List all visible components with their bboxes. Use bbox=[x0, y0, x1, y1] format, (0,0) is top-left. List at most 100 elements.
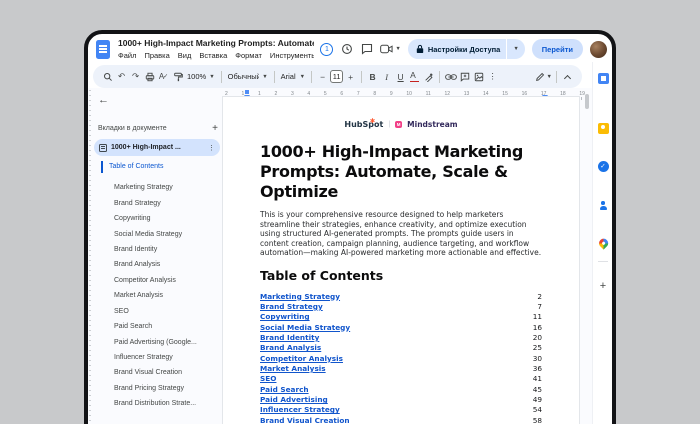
google-side-panel: ✓ + bbox=[592, 62, 612, 424]
toc-link[interactable]: Marketing Strategy bbox=[260, 292, 340, 301]
tab-options-icon[interactable]: ⋮ bbox=[208, 144, 215, 152]
menu-bar: ФайлПравкаВидВставкаФорматИнструментыРас… bbox=[118, 51, 314, 60]
paragraph-style-select[interactable]: Обычный ... ▼ bbox=[226, 68, 270, 85]
google-docs-icon[interactable] bbox=[96, 40, 110, 59]
share-button[interactable]: Настройки Доступа ▼ bbox=[408, 39, 525, 59]
font-size-input[interactable]: 11 bbox=[330, 70, 343, 83]
outline-item[interactable]: Brand Identity bbox=[107, 242, 220, 257]
add-comment-icon[interactable] bbox=[458, 68, 471, 85]
toc-link[interactable]: Social Media Strategy bbox=[260, 323, 350, 332]
print-icon[interactable] bbox=[143, 68, 156, 85]
toc-row: Paid Advertising 49 bbox=[260, 394, 542, 404]
increase-font-size-button[interactable]: + bbox=[344, 68, 357, 85]
outline-item[interactable]: Brand Distribution Strate... bbox=[107, 396, 220, 411]
toolbar-divider bbox=[311, 71, 312, 83]
text-color-label: A bbox=[410, 71, 419, 82]
menu-item[interactable]: Вставка bbox=[199, 51, 227, 60]
outline-item[interactable]: Influencer Strategy bbox=[107, 350, 220, 365]
outline-item[interactable]: Marketing Strategy bbox=[107, 180, 220, 195]
paint-format-icon[interactable] bbox=[171, 68, 184, 85]
active-document-tab[interactable]: 1000+ High-Impact ... ⋮ bbox=[94, 139, 220, 156]
bold-button[interactable]: B bbox=[366, 68, 379, 85]
insert-link-icon[interactable] bbox=[444, 68, 457, 85]
chevron-down-icon: ▼ bbox=[300, 74, 305, 80]
toc-link[interactable]: Competitor Analysis bbox=[260, 354, 343, 363]
outline-item[interactable]: Social Media Strategy bbox=[107, 226, 220, 241]
get-addons-plus-icon[interactable]: + bbox=[597, 280, 609, 292]
outline-item[interactable]: Brand Analysis bbox=[107, 257, 220, 272]
insert-image-icon[interactable] bbox=[472, 68, 485, 85]
toc-page-number: 54 bbox=[533, 405, 542, 414]
google-calendar-icon[interactable] bbox=[597, 72, 609, 84]
menu-item[interactable]: Файл bbox=[118, 51, 136, 60]
side-panel-divider bbox=[598, 261, 608, 262]
outline-item[interactable]: Market Analysis bbox=[107, 288, 220, 303]
toc-link[interactable]: Brand Visual Creation bbox=[260, 416, 350, 424]
google-keep-icon[interactable] bbox=[597, 122, 609, 134]
meet-call-button[interactable]: ▼ bbox=[380, 44, 400, 54]
vertical-scrollbar[interactable] bbox=[585, 94, 589, 109]
toc-row: SEO 41 bbox=[260, 374, 542, 384]
header-actions: 1 ▼ Настройки Доступа ▼ Перейти bbox=[320, 38, 607, 60]
toc-link[interactable]: Paid Advertising bbox=[260, 395, 328, 404]
toc-link[interactable]: Brand Analysis bbox=[260, 343, 321, 352]
brand-logos: HubSpot ✱ | M Mindstream bbox=[260, 119, 542, 129]
google-contacts-icon[interactable] bbox=[597, 200, 609, 212]
editing-mode-pen-icon[interactable]: ▼ bbox=[535, 68, 552, 85]
toc-link[interactable]: Market Analysis bbox=[260, 364, 326, 373]
italic-button[interactable]: I bbox=[380, 68, 393, 85]
outline-item[interactable]: Paid Search bbox=[107, 319, 220, 334]
outline-item[interactable]: Brand Strategy bbox=[107, 195, 220, 210]
collapse-toolbar-icon[interactable] bbox=[561, 68, 574, 85]
menu-item[interactable]: Инструменты bbox=[270, 51, 314, 60]
outline-item-active[interactable]: Table of Contents bbox=[101, 161, 163, 173]
add-tab-icon[interactable]: + bbox=[212, 123, 218, 134]
text-color-button[interactable]: A bbox=[408, 68, 421, 85]
chevron-down-icon: ▼ bbox=[547, 74, 552, 80]
google-maps-icon[interactable] bbox=[597, 237, 609, 249]
highlight-color-icon[interactable] bbox=[422, 68, 435, 85]
font-value: Arial bbox=[281, 72, 296, 81]
outline-item[interactable]: Brand Visual Creation bbox=[107, 365, 220, 380]
toc-heading: Table of Contents bbox=[260, 268, 542, 283]
vertical-ruler bbox=[89, 90, 91, 424]
search-menus-icon[interactable] bbox=[101, 68, 114, 85]
share-dropdown[interactable]: ▼ bbox=[506, 39, 524, 59]
toc-link[interactable]: Copywriting bbox=[260, 312, 310, 321]
decrease-font-size-button[interactable]: − bbox=[316, 68, 329, 85]
outline-item[interactable]: SEO bbox=[107, 304, 220, 319]
zoom-select[interactable]: 100% ▼ bbox=[185, 68, 217, 85]
toc-link[interactable]: Brand Identity bbox=[260, 333, 319, 342]
toc-link[interactable]: Brand Strategy bbox=[260, 302, 323, 311]
toc-row: Brand Visual Creation 58 bbox=[260, 415, 542, 424]
active-tab-label: 1000+ High-Impact ... bbox=[111, 144, 204, 151]
spellcheck-icon[interactable]: A✓ bbox=[157, 68, 170, 85]
toc-link[interactable]: SEO bbox=[260, 374, 276, 383]
hubspot-wordmark: HubSpot bbox=[344, 120, 383, 129]
user-avatar[interactable] bbox=[590, 41, 607, 58]
underline-button[interactable]: U bbox=[394, 68, 407, 85]
toc-link[interactable]: Influencer Strategy bbox=[260, 405, 340, 414]
menu-item[interactable]: Вид bbox=[178, 51, 192, 60]
comments-icon[interactable] bbox=[360, 43, 373, 56]
document-title[interactable]: 1000+ High-Impact Marketing Prompts: Aut… bbox=[118, 38, 314, 48]
go-button[interactable]: Перейти bbox=[532, 39, 583, 59]
menu-item[interactable]: Правка bbox=[144, 51, 169, 60]
first-line-indent-marker[interactable] bbox=[245, 90, 249, 94]
version-history-icon[interactable] bbox=[340, 43, 353, 56]
google-tasks-icon[interactable]: ✓ bbox=[597, 160, 609, 172]
toc-link[interactable]: Paid Search bbox=[260, 385, 309, 394]
outline-item[interactable]: Brand Pricing Strategy bbox=[107, 381, 220, 396]
redo-icon[interactable]: ↷ bbox=[129, 68, 142, 85]
document-page[interactable]: HubSpot ✱ | M Mindstream 1000+ High-Impa… bbox=[222, 96, 580, 424]
outline-item[interactable]: Copywriting bbox=[107, 211, 220, 226]
outline-item[interactable]: Competitor Analysis bbox=[107, 273, 220, 288]
menu-item[interactable]: Формат bbox=[235, 51, 262, 60]
font-select[interactable]: Arial ▼ bbox=[279, 68, 307, 85]
back-arrow-icon[interactable]: ← bbox=[98, 94, 109, 106]
outline-item[interactable]: Paid Advertising (Google... bbox=[107, 334, 220, 349]
collaborator-count-badge[interactable]: 1 bbox=[320, 43, 333, 56]
more-options-icon[interactable]: ⋮ bbox=[486, 68, 499, 85]
toolbar-divider bbox=[556, 71, 557, 83]
undo-icon[interactable]: ↶ bbox=[115, 68, 128, 85]
